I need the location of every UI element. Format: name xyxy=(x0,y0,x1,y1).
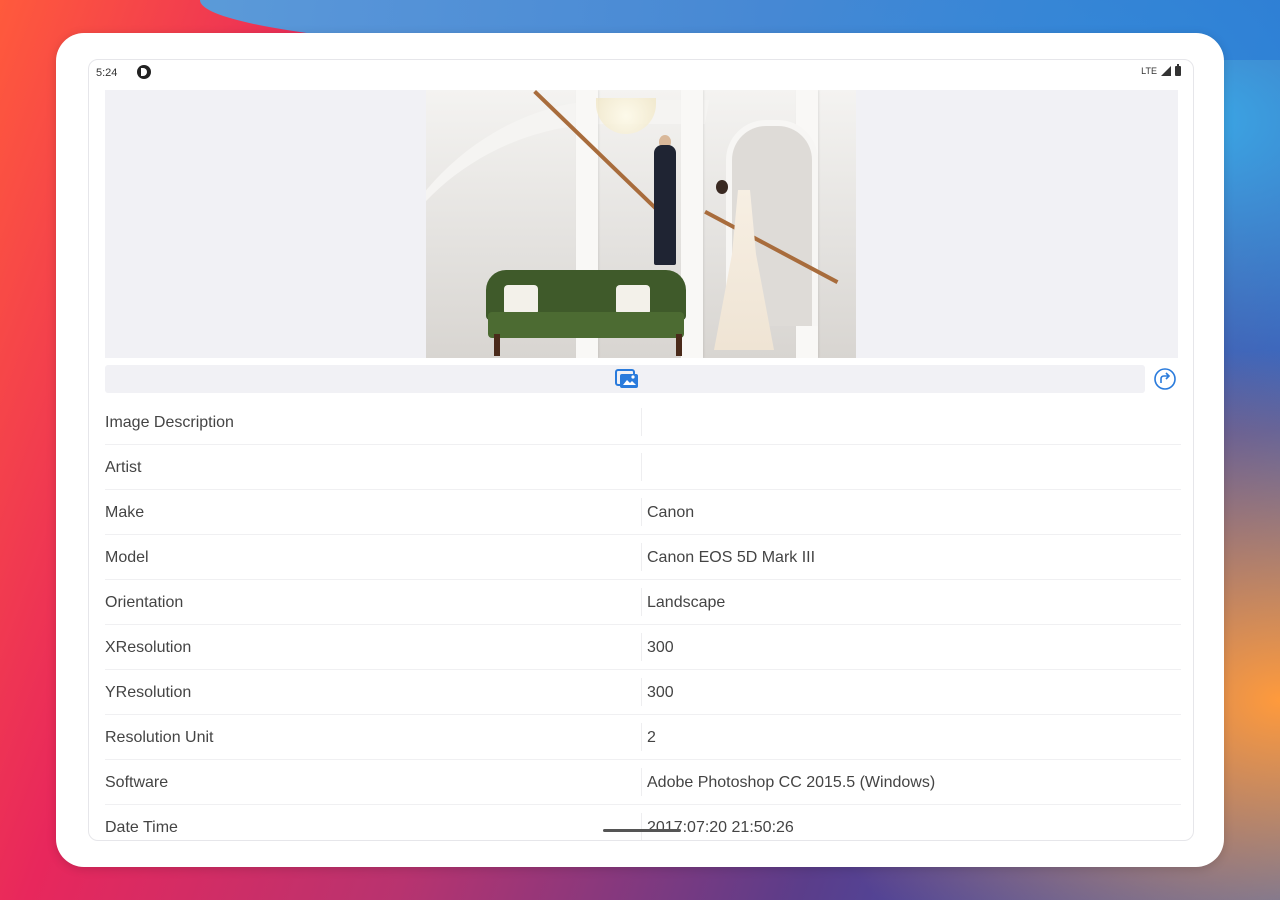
exif-label: Software xyxy=(105,774,169,791)
exif-label: XResolution xyxy=(105,639,192,656)
exif-label: Date Time xyxy=(105,819,178,836)
exif-value: 2 xyxy=(647,729,656,746)
home-indicator[interactable] xyxy=(603,829,681,832)
exif-label: Orientation xyxy=(105,594,184,611)
exif-value: Landscape xyxy=(647,594,726,611)
share-icon[interactable] xyxy=(1153,367,1177,391)
exif-row[interactable]: Model Canon EOS 5D Mark III xyxy=(105,535,1181,580)
battery-icon xyxy=(1175,64,1181,76)
exif-value: Adobe Photoshop CC 2015.5 (Windows) xyxy=(647,774,936,791)
photo-preview[interactable] xyxy=(426,90,856,358)
exif-row[interactable]: Make Canon xyxy=(105,490,1181,535)
exif-row[interactable]: Resolution Unit 2 xyxy=(105,715,1181,760)
exif-label: YResolution xyxy=(105,684,192,701)
network-type: LTE xyxy=(1141,66,1157,76)
image-toolbar xyxy=(105,365,1145,393)
exif-table: Image Description Artist Make Canon Mode… xyxy=(105,400,1181,840)
exif-row[interactable]: XResolution 300 xyxy=(105,625,1181,670)
exif-row[interactable]: Image Description xyxy=(105,400,1181,445)
exif-label: Make xyxy=(105,504,145,521)
status-time: 5:24 xyxy=(96,67,118,79)
exif-label: Artist xyxy=(105,459,142,476)
image-edit-icon[interactable] xyxy=(615,369,639,389)
tablet-frame: 5:24 LTE Image Description Artist Make C… xyxy=(56,33,1224,867)
exif-row[interactable]: Date Time 2017:07:20 21:50:26 xyxy=(105,805,1181,840)
status-bar: 5:24 LTE xyxy=(89,60,1193,88)
exif-row[interactable]: Software Adobe Photoshop CC 2015.5 (Wind… xyxy=(105,760,1181,805)
app-status-icon xyxy=(137,65,151,79)
exif-value: Canon xyxy=(647,504,695,521)
exif-label: Image Description xyxy=(105,414,234,431)
image-preview-panel xyxy=(105,90,1178,358)
exif-label: Model xyxy=(105,549,149,566)
exif-row[interactable]: Artist xyxy=(105,445,1181,490)
exif-row[interactable]: Orientation Landscape xyxy=(105,580,1181,625)
exif-value: Canon EOS 5D Mark III xyxy=(647,549,816,566)
signal-icon xyxy=(1161,66,1171,76)
exif-value: 300 xyxy=(647,684,674,701)
app-screen: 5:24 LTE Image Description Artist Make C… xyxy=(88,59,1194,841)
status-indicators: LTE xyxy=(1141,64,1181,76)
exif-value: 2017:07:20 21:50:26 xyxy=(647,819,794,836)
exif-label: Resolution Unit xyxy=(105,729,214,746)
exif-value: 300 xyxy=(647,639,674,656)
exif-row[interactable]: YResolution 300 xyxy=(105,670,1181,715)
